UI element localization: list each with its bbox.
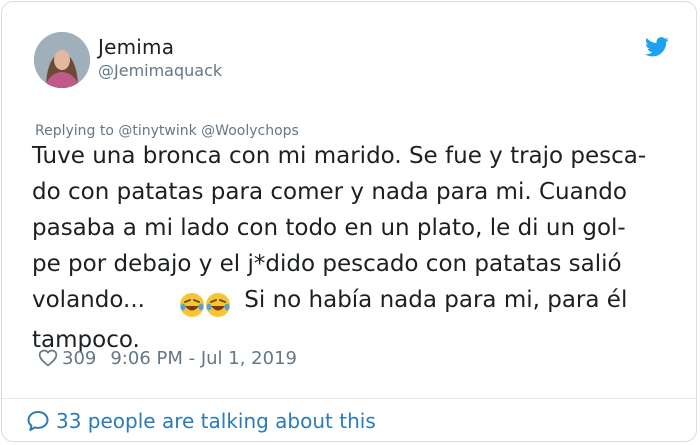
talking-text[interactable]: 33 people are talking about this xyxy=(56,409,376,433)
heart-icon[interactable] xyxy=(38,348,58,368)
rofl-emoji-pair xyxy=(179,286,231,322)
author-name[interactable]: Jemima xyxy=(98,35,174,59)
avatar-image xyxy=(34,32,90,88)
divider xyxy=(2,398,696,399)
like-count[interactable]: 309 xyxy=(62,348,96,369)
avatar[interactable] xyxy=(34,32,90,88)
rofl-emoji-icon xyxy=(205,292,230,317)
author-handle[interactable]: @Jemimaquack xyxy=(98,61,222,80)
speech-bubble-icon xyxy=(27,411,49,431)
timestamp[interactable]: 9:06 PM - Jul 1, 2019 xyxy=(110,348,297,369)
tweet-card[interactable]: Jemima @Jemimaquack Replying to @tinytwi… xyxy=(1,1,697,442)
replying-to[interactable]: Replying to @tinytwink @Woolychops xyxy=(35,123,299,139)
tweet-text: Tuve una bronca con mi marido. Se fue y … xyxy=(32,138,692,358)
twitter-bird-icon[interactable] xyxy=(645,37,669,57)
conversation-link[interactable]: 33 people are talking about this xyxy=(26,406,376,436)
tweet-meta: 309 9:06 PM - Jul 1, 2019 xyxy=(38,346,297,370)
rofl-emoji-icon xyxy=(179,292,204,317)
